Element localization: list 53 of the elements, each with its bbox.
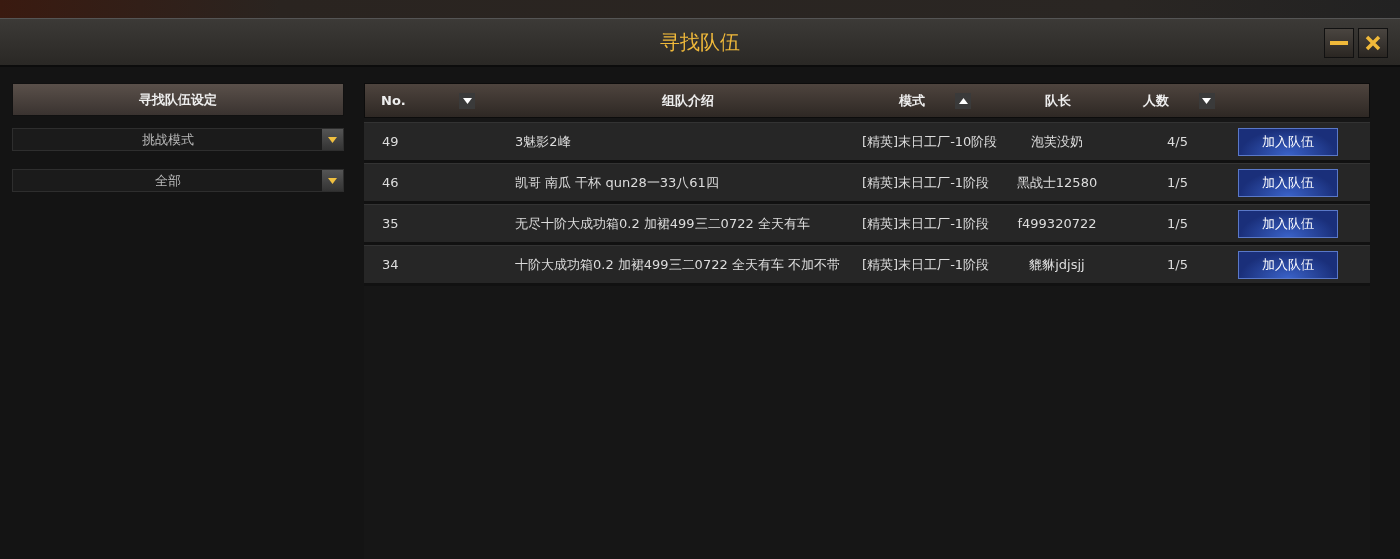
table-cell-text: 35 (381, 216, 400, 231)
dropdown-arrow-icon (328, 136, 337, 143)
minimize-button[interactable] (1324, 28, 1354, 58)
table-cell-text: 泡芙没奶 (1030, 132, 1084, 151)
table-cell-text: 无尽十阶大成功箱0.2 加裙499三二0722 全天有车 (514, 214, 811, 233)
sort-arrow-icon (958, 97, 968, 104)
sort-button[interactable] (1198, 92, 1215, 109)
dropdown-value: 全部 (153, 171, 182, 190)
table-cell-text: 3魅影2峰 (514, 132, 572, 151)
table-row[interactable]: 46 凯哥 南瓜 干杯 qun28一33八61四 [精英]末日工厂-1阶段 黑战士12580 1/5 加入队伍 (364, 163, 1370, 204)
sort-arrow-icon (462, 97, 472, 104)
close-icon (1365, 35, 1381, 51)
minimize-icon (1330, 41, 1348, 45)
join-team-button[interactable]: 加入队伍 (1238, 127, 1338, 156)
window-title: 寻找队伍 (660, 28, 740, 56)
column-header[interactable]: 人数 (1142, 91, 1169, 110)
column-header[interactable]: 组队介绍 (661, 91, 714, 110)
settings-heading: 寻找队伍设定 (12, 83, 344, 116)
dropdown-button[interactable] (322, 129, 343, 150)
column-header[interactable]: 模式 (899, 91, 925, 110)
table-row[interactable]: 49 3魅影2峰 [精英]末日工厂-10阶段 泡芙没奶 4/5 加入队伍 (364, 122, 1370, 163)
sort-arrow-icon (1202, 97, 1211, 104)
table-cell-text: [精英]末日工厂-10阶段 (861, 132, 999, 151)
table-cell-text: 十阶大成功箱0.2 加裙499三二0722 全天有车 不加不带 (514, 255, 841, 274)
table-cell-text: 34 (381, 257, 400, 272)
column-header[interactable]: 队长 (1045, 91, 1071, 110)
sort-button[interactable] (955, 92, 971, 109)
close-button[interactable] (1358, 28, 1388, 58)
join-team-button[interactable]: 加入队伍 (1238, 250, 1338, 279)
table-cell-text: [精英]末日工厂-1阶段 (861, 173, 991, 192)
join-team-button[interactable]: 加入队伍 (1238, 209, 1338, 238)
table-cell-text: f499320722 (1016, 216, 1098, 231)
table-cell-text: 貔貅jdjsjj (1028, 255, 1086, 274)
join-team-button[interactable]: 加入队伍 (1238, 168, 1338, 197)
table-cell-text: 凯哥 南瓜 干杯 qun28一33八61四 (514, 173, 720, 192)
table-cell-text: 1/5 (1166, 257, 1189, 272)
table-cell-text: 4/5 (1166, 134, 1189, 149)
dropdown-button[interactable] (322, 170, 343, 191)
sort-button[interactable] (459, 92, 475, 109)
table-cell-text: 46 (381, 175, 400, 190)
dropdown[interactable]: 全部 (12, 169, 344, 192)
dropdown-value: 挑战模式 (140, 130, 195, 149)
dropdown-arrow-icon (328, 177, 337, 184)
table-cell-text: 1/5 (1166, 216, 1189, 231)
dropdown[interactable]: 挑战模式 (12, 128, 344, 151)
table-cell-text: 1/5 (1166, 175, 1189, 190)
table-row[interactable]: 35 无尽十阶大成功箱0.2 加裙499三二0722 全天有车 [精英]末日工厂-1阶段 f499320722 1/5 加入队伍 (364, 204, 1370, 245)
table-cell-text: 49 (381, 134, 400, 149)
table-cell-text: [精英]末日工厂-1阶段 (861, 255, 991, 274)
column-header[interactable]: No. (381, 93, 406, 108)
table-row[interactable]: 34 十阶大成功箱0.2 加裙499三二0722 全天有车 不加不带 [精英]末日工厂-1阶段 貔貅jdjsjj 1/5 加入队伍 (364, 245, 1370, 286)
table-cell-text: [精英]末日工厂-1阶段 (861, 214, 991, 233)
table-cell-text: 黑战士12580 (1015, 173, 1099, 192)
